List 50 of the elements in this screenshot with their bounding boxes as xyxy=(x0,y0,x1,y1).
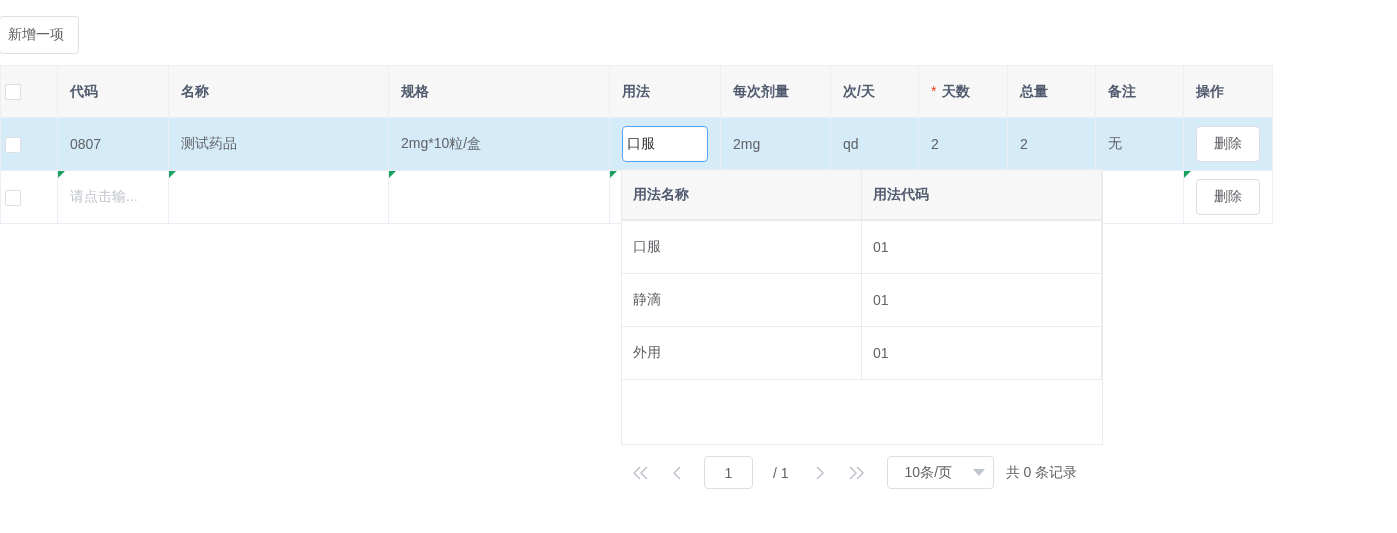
first-page-icon[interactable] xyxy=(632,465,650,480)
modified-marker-icon xyxy=(58,171,65,178)
page-size-select[interactable]: 10条/页 xyxy=(886,456,994,489)
last-page-icon[interactable] xyxy=(846,465,865,480)
column-header: 名称 xyxy=(168,65,389,118)
dropdown-option[interactable]: 静滴 01 xyxy=(622,274,1102,327)
caret-icon xyxy=(972,469,985,476)
previous-page-icon[interactable] xyxy=(672,465,682,480)
dropdown-option[interactable]: 外用 01 xyxy=(622,327,1102,380)
add-item-button[interactable]: 新增一项 xyxy=(0,16,79,54)
modified-marker-icon xyxy=(389,171,396,178)
dropdown-column-header: 用法名称 xyxy=(622,170,862,219)
table-cell: 2mg*10粒/盒 xyxy=(401,135,482,151)
column-header: 规格 xyxy=(388,65,610,118)
column-header: * 天数 xyxy=(918,65,1008,118)
table-cell: qd xyxy=(843,136,859,152)
usage-input-field[interactable]: 口服 xyxy=(622,126,708,162)
row-checkbox[interactable] xyxy=(5,136,21,153)
usage-code: 01 xyxy=(873,345,889,361)
column-header: 备注 xyxy=(1095,65,1184,118)
table-cell: 2 xyxy=(931,136,939,152)
table-cell: 2mg xyxy=(733,136,761,152)
column-header: 每次剂量 xyxy=(720,65,831,118)
dropdown-option[interactable]: 口服 01 xyxy=(622,221,1102,274)
column-header: 总量 xyxy=(1007,65,1096,118)
page-total: / 1 xyxy=(773,464,789,481)
table-cell: 无 xyxy=(1108,135,1122,151)
usage-name: 外用 xyxy=(633,344,661,362)
usage-code: 01 xyxy=(873,292,889,308)
required-mark: * xyxy=(931,82,937,99)
table-cell: 0807 xyxy=(70,136,102,152)
table-cell: 2 xyxy=(1020,136,1028,152)
row-checkbox[interactable] xyxy=(5,189,21,206)
usage-code: 01 xyxy=(873,239,889,255)
column-header: 代码 xyxy=(57,65,169,118)
delete-button[interactable]: 删除 xyxy=(1196,179,1260,215)
usage-name: 口服 xyxy=(633,238,661,256)
delete-button[interactable]: 删除 xyxy=(1196,126,1260,162)
usage-name: 静滴 xyxy=(633,291,661,309)
modified-marker-icon xyxy=(169,171,176,178)
next-page-icon[interactable] xyxy=(814,465,825,480)
page-number-field[interactable]: 1 xyxy=(704,456,753,489)
record-count: 共 0 条记录 xyxy=(1005,463,1078,482)
table-row[interactable]: 0807 测试药品 2mg*10粒/盒 口服 2mg qd 2 2 无 删除 xyxy=(0,117,1273,171)
select-all-checkbox[interactable] xyxy=(5,84,21,101)
column-header: 操作 xyxy=(1183,65,1273,118)
table-cell: 测试药品 xyxy=(181,135,237,151)
column-header: 次/天 xyxy=(830,65,919,118)
dropdown-column-header: 用法代码 xyxy=(862,170,1102,219)
column-header: 用法 xyxy=(609,65,721,118)
